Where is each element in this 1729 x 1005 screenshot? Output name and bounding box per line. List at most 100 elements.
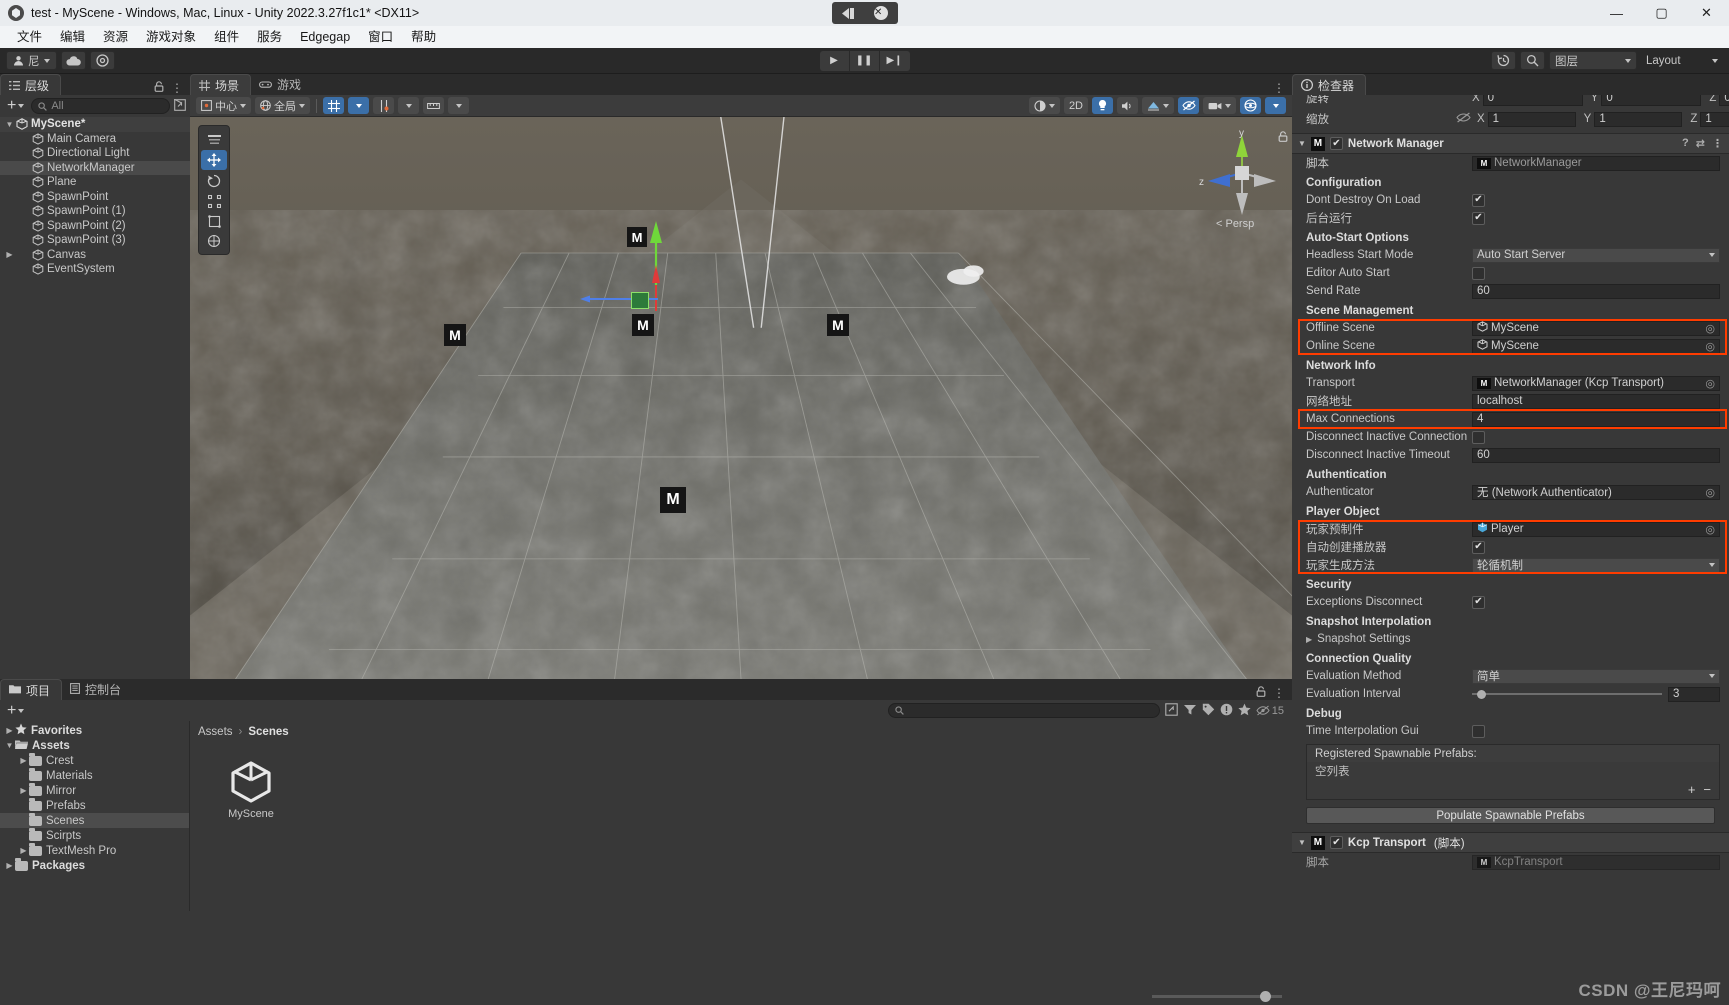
scene-visibility-toggle[interactable] [1178,97,1199,114]
maximize-button[interactable]: ▢ [1639,0,1684,26]
hierarchy-item-networkmanager[interactable]: NetworkManager [0,160,190,175]
scene-gizmo-lock-icon[interactable] [1278,131,1288,145]
field-object-picker[interactable]: 无 (Network Authenticator) ◎ [1472,484,1720,500]
hidden-assets-count[interactable]: 15 [1256,705,1284,717]
undo-history-button[interactable] [1491,51,1516,70]
snap-increment-toggle[interactable] [373,97,394,114]
field-object-picker[interactable]: Player ◎ [1472,521,1720,537]
hierarchy-item-plane[interactable]: Plane [0,175,190,190]
checkbox[interactable] [1472,724,1485,738]
menu-item-help[interactable]: 帮助 [402,26,445,48]
save-search-icon[interactable] [1165,702,1178,719]
scene-view-gizmo[interactable]: y z < Persp [1198,127,1278,232]
hierarchy-item-main-camera[interactable]: Main Camera [0,132,190,147]
slider-knob[interactable] [1477,689,1486,699]
lock-icon[interactable] [1256,686,1266,700]
hierarchy-item-canvas[interactable]: ▶ Canvas [0,248,190,263]
tab-console[interactable]: 控制台 [62,679,133,700]
chevron-right-icon[interactable]: ▶ [1306,635,1312,644]
component-header-kcp-transport[interactable]: ▼ M Kcp Transport (脚本) [1292,832,1729,853]
scale-y-field[interactable]: 1 [1594,111,1683,127]
layout-dropdown[interactable]: Layout [1641,51,1723,70]
minimize-button[interactable]: — [1594,0,1639,26]
selection-box[interactable] [631,292,649,309]
chevron-right-icon[interactable]: ▶ [4,250,15,259]
breadcrumb-assets[interactable]: Assets [198,726,233,738]
hierarchy-menu-icon[interactable]: ⋮ [171,81,183,95]
mirror-gizmo-icon[interactable]: M [632,314,654,336]
mirror-gizmo-icon[interactable]: M [827,314,849,336]
hierarchy-item-spawnpoint[interactable]: SpawnPoint [0,190,190,205]
project-search-input[interactable] [887,703,1160,718]
slider-knob[interactable] [1260,991,1271,1002]
project-tree-item-packages[interactable]: ▶ Packages [0,858,189,873]
component-header-network-manager[interactable]: ▼ M Network Manager ? ⇄ ⋮ [1292,133,1729,154]
field-object-picker[interactable]: M NetworkManager (Kcp Transport) ◎ [1472,375,1720,391]
mirror-gizmo-icon[interactable]: M [444,324,466,346]
populate-spawnable-prefabs-button[interactable]: Populate Spawnable Prefabs [1306,807,1715,824]
menu-item-assets[interactable]: 资源 [94,26,137,48]
kcp-script-field[interactable]: M KcpTransport [1472,854,1720,870]
services-settings-button[interactable] [89,51,115,70]
play-button[interactable]: ▶ [819,50,850,71]
scene-viewport[interactable]: M M M M M y z < Persp [190,117,1292,679]
menu-item-services[interactable]: 服务 [248,26,291,48]
filter-favorites-icon[interactable] [1238,703,1251,719]
scale-tool-button[interactable] [199,191,229,211]
layers-dropdown[interactable]: 图层 [1549,51,1637,70]
project-menu-icon[interactable]: ⋮ [1273,686,1285,700]
rect-tool-button[interactable] [199,211,229,231]
kcp-enabled-checkbox[interactable] [1329,836,1343,849]
object-picker-icon[interactable]: ◎ [1705,523,1715,536]
project-tree-item-assets[interactable]: ▼ Assets [0,738,189,753]
project-tree-item-textmesh-pro[interactable]: ▶ TextMesh Pro [0,843,189,858]
object-picker-icon[interactable]: ◎ [1705,322,1715,335]
project-tree-item-mirror[interactable]: ▶ Mirror [0,783,189,798]
field-object-picker[interactable]: MyScene ◎ [1472,320,1720,336]
chevron-down-icon[interactable]: ▼ [1298,139,1306,148]
2d-toggle[interactable]: 2D [1063,97,1088,114]
hierarchy-search-input[interactable]: All [31,98,170,114]
menu-item-component[interactable]: 组件 [205,26,248,48]
pause-button[interactable]: ❚❚ [849,50,880,71]
gizmos-toggle[interactable] [1240,97,1261,114]
menu-item-edgegap[interactable]: Edgegap [291,26,359,48]
hierarchy-item-spawnpoint-1[interactable]: SpawnPoint (1) [0,204,190,219]
field-dropdown[interactable]: Auto Start Server [1472,247,1720,263]
mirror-gizmo-icon[interactable]: M [660,487,686,513]
account-button[interactable]: 尼 [6,51,57,70]
filter-warning-icon[interactable] [1220,703,1233,719]
scale-x-field[interactable]: 1 [1487,111,1576,127]
scale-z-field[interactable]: 1 [1700,111,1729,127]
project-add-button[interactable]: + [4,702,27,718]
preset-icon[interactable]: ⇄ [1696,137,1705,150]
rot-x-field[interactable]: 0 [1482,95,1583,106]
chevron-right-icon[interactable]: ▶ [4,861,15,870]
scene-menu-icon[interactable]: ⋮ [1273,81,1285,95]
object-picker-icon[interactable]: ◎ [1705,340,1715,353]
hierarchy-add-button[interactable]: + [4,98,27,114]
menu-item-gameobject[interactable]: 游戏对象 [137,26,205,48]
breadcrumb-scenes[interactable]: Scenes [248,726,288,738]
field-input[interactable]: 60 [1472,283,1720,299]
grid-snap-toggle[interactable] [323,97,344,114]
slider-track[interactable] [1472,689,1662,699]
rot-z-field[interactable]: 0 [1719,95,1729,106]
tab-game[interactable]: 游戏 [251,74,313,95]
tab-project[interactable]: 项目 [0,679,63,700]
snap-increment-dropdown[interactable] [398,97,419,114]
filter-label-icon[interactable] [1202,703,1215,719]
fx-dropdown[interactable] [1142,97,1174,114]
project-tree-item-favorites[interactable]: ▶ Favorites [0,723,189,738]
project-tree-item-scenes[interactable]: Scenes [0,813,189,828]
hierarchy-item-spawnpoint-2[interactable]: SpawnPoint (2) [0,219,190,234]
grid-snap-dropdown[interactable] [348,97,369,114]
shading-mode-dropdown[interactable] [1028,97,1060,114]
checkbox[interactable] [1472,266,1485,280]
space-dropdown[interactable]: 全局 [255,97,310,114]
project-tree-item-prefabs[interactable]: Prefabs [0,798,189,813]
chevron-down-icon[interactable]: ▼ [4,120,15,129]
stop-button[interactable]: ✕ [864,2,898,24]
hand-tool-button[interactable] [199,129,229,149]
ruler-dropdown[interactable] [448,97,469,114]
